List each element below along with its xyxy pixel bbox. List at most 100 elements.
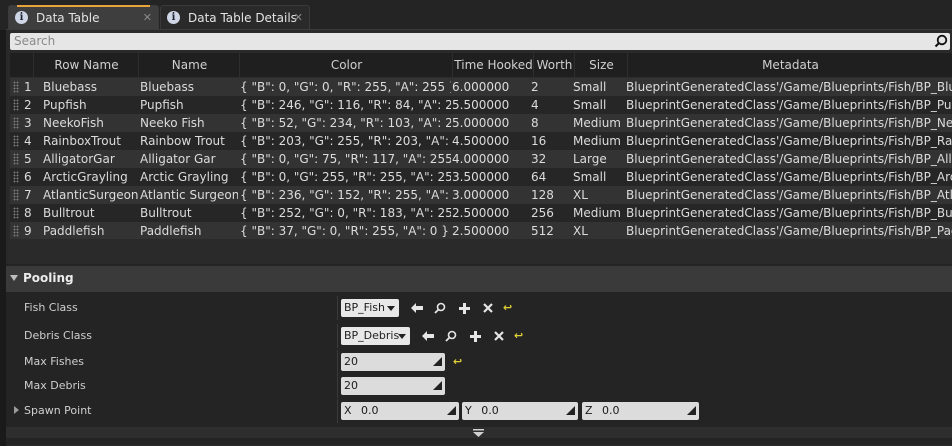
drag-handle-icon[interactable] bbox=[13, 171, 19, 183]
use-selected-arrow-icon[interactable] bbox=[409, 300, 425, 316]
drag-handle-icon[interactable] bbox=[13, 117, 19, 129]
row-name-cell[interactable]: Bluebass bbox=[43, 78, 138, 96]
time-hooked-cell[interactable]: 6.000000 bbox=[452, 78, 532, 96]
table-row[interactable]: 7 AtlanticSurgeon Atlantic Surgeon { "B"… bbox=[10, 186, 952, 204]
add-icon[interactable] bbox=[467, 328, 483, 344]
name-cell[interactable]: Pupfish bbox=[140, 96, 238, 114]
spawn-point-y-input[interactable]: Y 0.0 bbox=[462, 402, 578, 420]
metadata-cell[interactable]: BlueprintGeneratedClass'/Game/Blueprints… bbox=[626, 222, 952, 239]
clear-icon[interactable] bbox=[491, 328, 507, 344]
search-box[interactable]: Search bbox=[10, 33, 950, 50]
color-cell[interactable]: { "B": 52, "G": 234, "R": 103, "A": 255 … bbox=[240, 114, 451, 132]
row-name-cell[interactable]: Pupfish bbox=[43, 96, 138, 114]
color-cell[interactable]: { "B": 252, "G": 0, "R": 183, "A": 255 } bbox=[240, 204, 451, 222]
column-header-size[interactable]: Size bbox=[574, 53, 628, 77]
metadata-cell[interactable]: BlueprintGeneratedClass'/Game/Blueprints… bbox=[626, 96, 952, 114]
worth-cell[interactable]: 512 bbox=[531, 222, 573, 239]
name-cell[interactable]: Atlantic Surgeon bbox=[140, 186, 238, 204]
color-cell[interactable]: { "B": 0, "G": 75, "R": 117, "A": 255 } bbox=[240, 150, 451, 168]
drag-resize-icon[interactable] bbox=[433, 381, 442, 390]
chevron-right-icon[interactable] bbox=[14, 406, 19, 414]
table-row[interactable]: 1 Bluebass Bluebass { "B": 0, "G": 0, "R… bbox=[10, 78, 952, 96]
use-selected-arrow-icon[interactable] bbox=[420, 328, 436, 344]
close-icon[interactable]: ✕ bbox=[143, 11, 152, 24]
drag-resize-icon[interactable] bbox=[447, 406, 456, 415]
reset-to-default-icon[interactable]: ↩ bbox=[514, 329, 523, 342]
size-cell[interactable]: Medium bbox=[573, 132, 626, 150]
row-name-cell[interactable]: NeekoFish bbox=[43, 114, 138, 132]
size-cell[interactable]: XL bbox=[573, 222, 626, 239]
drag-handle-icon[interactable] bbox=[13, 153, 19, 165]
size-cell[interactable]: Medium bbox=[573, 114, 626, 132]
browse-search-icon[interactable] bbox=[443, 328, 459, 344]
worth-cell[interactable]: 64 bbox=[531, 168, 573, 186]
chevron-down-icon[interactable] bbox=[10, 275, 18, 281]
advanced-expander-bar[interactable] bbox=[6, 427, 952, 438]
spawn-point-z-input[interactable]: Z 0.0 bbox=[582, 402, 699, 420]
color-cell[interactable]: { "B": 236, "G": 152, "R": 255, "A": 255… bbox=[240, 186, 451, 204]
worth-cell[interactable]: 256 bbox=[531, 204, 573, 222]
row-name-cell[interactable]: Bulltrout bbox=[43, 204, 138, 222]
time-hooked-cell[interactable]: 4.500000 bbox=[452, 132, 532, 150]
metadata-cell[interactable]: BlueprintGeneratedClass'/Game/Blueprints… bbox=[626, 132, 952, 150]
table-row[interactable]: 5 AlligatorGar Alligator Gar { "B": 0, "… bbox=[10, 150, 952, 168]
color-cell[interactable]: { "B": 0, "G": 255, "R": 255, "A": 255 } bbox=[240, 168, 451, 186]
column-header-metadata[interactable]: Metadata bbox=[627, 53, 952, 77]
time-hooked-cell[interactable]: 3.000000 bbox=[452, 186, 532, 204]
close-icon[interactable]: ✕ bbox=[294, 11, 303, 24]
name-cell[interactable]: Paddlefish bbox=[140, 222, 238, 239]
metadata-cell[interactable]: BlueprintGeneratedClass'/Game/Blueprints… bbox=[626, 78, 952, 96]
table-row[interactable]: 6 ArcticGrayling Arctic Grayling { "B": … bbox=[10, 168, 952, 186]
size-cell[interactable]: Small bbox=[573, 78, 626, 96]
size-cell[interactable]: Medium bbox=[573, 204, 626, 222]
table-row[interactable]: 3 NeekoFish Neeko Fish { "B": 52, "G": 2… bbox=[10, 114, 952, 132]
add-icon[interactable] bbox=[456, 300, 472, 316]
size-cell[interactable]: Small bbox=[573, 168, 626, 186]
fish-class-dropdown[interactable]: BP_Fish bbox=[341, 299, 399, 317]
size-cell[interactable]: XL bbox=[573, 186, 626, 204]
reset-to-default-icon[interactable]: ↩ bbox=[453, 355, 462, 368]
time-hooked-cell[interactable]: 2.500000 bbox=[452, 204, 532, 222]
row-name-cell[interactable]: Paddlefish bbox=[43, 222, 138, 239]
row-name-cell[interactable]: ArcticGrayling bbox=[43, 168, 138, 186]
drag-handle-icon[interactable] bbox=[13, 189, 19, 201]
tab-data-table[interactable]: i Data Table ✕ bbox=[8, 5, 159, 29]
table-row[interactable]: 2 Pupfish Pupfish { "B": 246, "G": 116, … bbox=[10, 96, 952, 114]
table-row[interactable]: 8 Bulltrout Bulltrout { "B": 252, "G": 0… bbox=[10, 204, 952, 222]
metadata-cell[interactable]: BlueprintGeneratedClass'/Game/Blueprints… bbox=[626, 168, 952, 186]
drag-handle-icon[interactable] bbox=[13, 225, 19, 237]
search-input[interactable]: Search bbox=[14, 34, 55, 48]
browse-search-icon[interactable] bbox=[432, 300, 448, 316]
row-name-cell[interactable]: RainboxTrout bbox=[43, 132, 138, 150]
column-header-time-hooked[interactable]: Time Hooked bbox=[452, 53, 534, 77]
name-cell[interactable]: Bulltrout bbox=[140, 204, 238, 222]
name-cell[interactable]: Arctic Grayling bbox=[140, 168, 238, 186]
spawn-point-x-input[interactable]: X 0.0 bbox=[341, 402, 459, 420]
max-fishes-input[interactable]: 20 bbox=[341, 353, 445, 371]
time-hooked-cell[interactable]: 5.500000 bbox=[452, 96, 532, 114]
drag-handle-icon[interactable] bbox=[13, 99, 19, 111]
row-name-cell[interactable]: AlligatorGar bbox=[43, 150, 138, 168]
metadata-cell[interactable]: BlueprintGeneratedClass'/Game/Blueprints… bbox=[626, 186, 952, 204]
worth-cell[interactable]: 16 bbox=[531, 132, 573, 150]
worth-cell[interactable]: 8 bbox=[531, 114, 573, 132]
table-row[interactable]: 9 Paddlefish Paddlefish { "B": 37, "G": … bbox=[10, 222, 952, 239]
drag-handle-icon[interactable] bbox=[13, 135, 19, 147]
debris-class-dropdown[interactable]: BP_Debris bbox=[341, 327, 410, 345]
drag-handle-icon[interactable] bbox=[13, 81, 19, 93]
name-cell[interactable]: Neeko Fish bbox=[140, 114, 238, 132]
size-cell[interactable]: Small bbox=[573, 96, 626, 114]
column-header-row-name[interactable]: Row Name bbox=[33, 53, 139, 77]
color-cell[interactable]: { "B": 203, "G": 255, "R": 203, "A": 255… bbox=[240, 132, 451, 150]
column-header-name[interactable]: Name bbox=[138, 53, 240, 77]
worth-cell[interactable]: 4 bbox=[531, 96, 573, 114]
tab-data-table-details[interactable]: i Data Table Details ✕ bbox=[160, 5, 310, 29]
drag-resize-icon[interactable] bbox=[566, 406, 575, 415]
chevron-down-icon[interactable] bbox=[473, 429, 484, 437]
metadata-cell[interactable]: BlueprintGeneratedClass'/Game/Blueprints… bbox=[626, 150, 952, 168]
reset-to-default-icon[interactable]: ↩ bbox=[503, 301, 512, 314]
search-icon[interactable] bbox=[934, 34, 948, 48]
worth-cell[interactable]: 32 bbox=[531, 150, 573, 168]
row-name-cell[interactable]: AtlanticSurgeon bbox=[43, 186, 138, 204]
table-row[interactable]: 4 RainboxTrout Rainbow Trout { "B": 203,… bbox=[10, 132, 952, 150]
